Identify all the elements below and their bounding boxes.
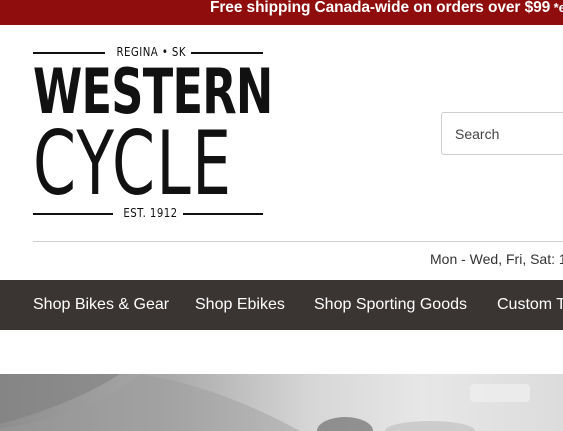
nav-item-custom[interactable]: Custom T [497,280,563,330]
logo-established: EST. 1912 [123,206,178,220]
promo-note: *e [553,0,563,15]
header-divider [33,241,563,242]
logo-divider-line [191,52,263,54]
site-logo[interactable]: REGINA • SK WESTERN CYCLE EST. 1912 [33,45,273,221]
nav-item-shop-sporting-goods[interactable]: Shop Sporting Goods [314,280,467,330]
nav-item-shop-bikes-gear[interactable]: Shop Bikes & Gear [33,280,169,330]
hero-photo [0,374,530,431]
main-nav: Shop Bikes & Gear Shop Ebikes Shop Sport… [0,280,563,330]
store-hours: Mon - Wed, Fri, Sat: 10 [430,251,563,267]
search-box [441,112,563,155]
nav-item-shop-ebikes[interactable]: Shop Ebikes [195,280,285,330]
promo-banner: Free shipping Canada-wide on orders over… [0,0,563,25]
logo-divider-line [33,52,105,54]
promo-text: Free shipping Canada-wide on orders over… [210,0,563,16]
logo-wordmark-cycle: CYCLE [33,112,233,215]
search-input[interactable] [442,113,563,154]
logo-divider-line [33,213,113,215]
hero-image [0,374,563,431]
logo-bottom-row: EST. 1912 [33,205,263,221]
logo-divider-line [183,213,263,215]
